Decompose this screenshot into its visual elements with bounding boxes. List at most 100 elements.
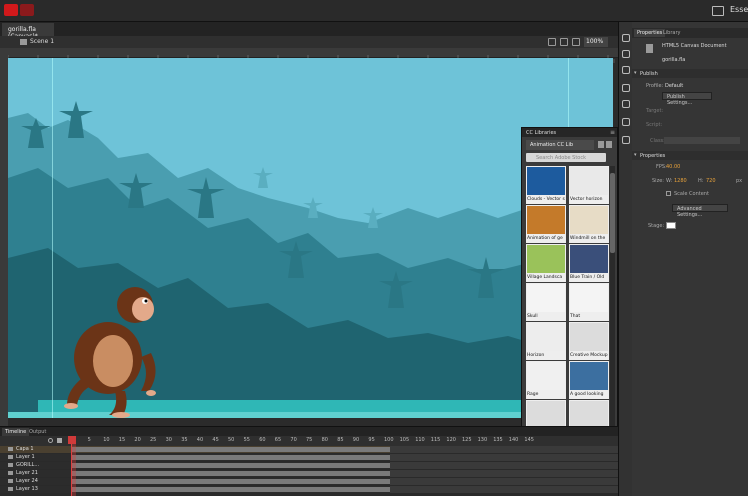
layer-frame-span[interactable]	[72, 463, 390, 468]
edit-symbols-icon[interactable]	[560, 38, 568, 46]
library-item-label: Rage	[527, 392, 539, 397]
unit-label: px	[736, 178, 743, 184]
library-item-label: Vector horizon	[570, 197, 603, 202]
cc-libraries-icon[interactable]	[622, 136, 630, 144]
panel-menu-icon[interactable]: ≡	[610, 129, 615, 136]
profile-value[interactable]: Default	[665, 83, 683, 89]
playhead-handle[interactable]	[68, 436, 76, 444]
layer-name[interactable]: Layer 24	[16, 478, 38, 484]
library-item[interactable]: Village Landsca	[526, 244, 566, 282]
properties-panel-icon[interactable]	[622, 34, 630, 42]
layer-name[interactable]: Layer 21	[16, 470, 38, 476]
stock-search-input[interactable]: Search Adobe Stock	[526, 153, 606, 162]
width-value[interactable]: 1280	[674, 178, 687, 184]
figures-thumbnail	[527, 206, 565, 234]
library-scrollbar-thumb[interactable]	[610, 173, 615, 253]
library-select[interactable]: Animation CC Lib	[526, 140, 594, 150]
app-switcher-icon[interactable]	[20, 4, 34, 16]
frame-number: 110	[415, 437, 425, 443]
library-item[interactable]: Creative Mockup	[569, 322, 609, 360]
class-field[interactable]	[664, 137, 740, 144]
layer-name[interactable]: Layer 1	[16, 454, 35, 460]
transform-icon[interactable]	[622, 100, 630, 108]
library-item[interactable]: Skull	[526, 283, 566, 321]
list-view-icon[interactable]	[606, 141, 612, 148]
library-item[interactable]: Vector horizon	[569, 166, 609, 204]
profile-label: Profile:	[646, 83, 664, 89]
workspace-layout-icon[interactable]	[712, 6, 724, 16]
color-panel-icon[interactable]	[622, 66, 630, 74]
frame-number: 50	[228, 437, 235, 443]
timeline-layer-row[interactable]: GORILL...	[0, 462, 618, 469]
document-file-name: gorilla.fla	[662, 57, 686, 63]
layer-frame-span[interactable]	[72, 455, 390, 460]
library-item-label: Blue Train / Old	[570, 275, 605, 280]
timeline-layer-row[interactable]: Layer 1	[0, 454, 618, 461]
edit-bar: Scene 1 100%	[0, 36, 618, 48]
height-value[interactable]: 720	[706, 178, 716, 184]
empty-frames[interactable]	[390, 454, 618, 461]
man-thumbnail	[570, 362, 608, 390]
show-hide-icon[interactable]	[48, 438, 53, 443]
frame-number: 140	[508, 437, 519, 443]
empty-frames[interactable]	[390, 486, 618, 493]
library-item[interactable]: Windmill on the	[569, 205, 609, 243]
library-item[interactable]: Horizon	[526, 322, 566, 360]
layer-frame-span[interactable]	[72, 447, 390, 452]
library-item[interactable]: That	[569, 283, 609, 321]
tab-library[interactable]: Library	[660, 29, 683, 37]
tab-output[interactable]: Output	[26, 428, 49, 436]
library-item[interactable]: A good looking	[569, 361, 609, 399]
playhead[interactable]	[71, 436, 76, 496]
brush-icon[interactable]	[622, 118, 630, 126]
horizon-lettering-thumbnail	[527, 323, 565, 351]
properties-section-header[interactable]: Properties	[632, 151, 748, 160]
timeline-layer-row[interactable]: Capa 1	[0, 446, 618, 453]
empty-frames[interactable]	[390, 446, 618, 453]
layer-frame-span[interactable]	[72, 487, 390, 492]
empty-frames[interactable]	[390, 462, 618, 469]
empty-frames[interactable]	[390, 478, 618, 485]
layer-name[interactable]: Capa 1	[16, 446, 34, 452]
document-tab[interactable]: gorilla.fla (Canvas)*	[2, 23, 54, 40]
timeline-layer-row[interactable]: Layer 24	[0, 478, 618, 485]
library-item[interactable]: Animation of ge	[526, 205, 566, 243]
library-item[interactable]: Rage	[526, 361, 566, 399]
library-panel-icon[interactable]	[622, 50, 630, 58]
layer-name[interactable]: GORILL...	[16, 462, 39, 468]
lock-icon[interactable]	[57, 438, 62, 443]
publish-settings-button[interactable]: Publish Settings...	[662, 92, 712, 106]
clip-canvas-icon[interactable]	[548, 38, 556, 46]
layer-icon	[8, 447, 13, 451]
cc-libraries-title[interactable]: CC Libraries	[522, 128, 617, 137]
publish-section-header[interactable]: Publish	[632, 69, 748, 78]
frame-number: 45	[212, 437, 219, 443]
vertical-ruler	[0, 48, 8, 426]
timeline-layer-row[interactable]: Layer 21	[0, 470, 618, 477]
layer-frame-span[interactable]	[72, 479, 390, 484]
properties-tabs: Properties Library	[632, 28, 748, 38]
center-stage-icon[interactable]	[572, 38, 580, 46]
scene-label[interactable]: Scene 1	[30, 38, 54, 45]
layer-name[interactable]: Layer 13	[16, 486, 38, 492]
zoom-select[interactable]: 100%	[584, 37, 608, 47]
library-item[interactable]: Clouds - Vector sh	[526, 166, 566, 204]
library-item[interactable]: Blue Train / Old	[569, 244, 609, 282]
grid-view-icon[interactable]	[598, 141, 604, 148]
fps-value[interactable]: 40.00	[666, 164, 680, 170]
empty-frames[interactable]	[390, 470, 618, 477]
frame-number: 75	[306, 437, 313, 443]
frame-number: 5	[87, 437, 91, 443]
frame-number: 120	[446, 437, 456, 443]
workspace-switcher[interactable]: Essen	[730, 5, 748, 14]
stage-color-swatch[interactable]	[666, 222, 676, 229]
frame-number: 145	[524, 437, 534, 443]
scale-content-checkbox[interactable]	[666, 191, 671, 196]
frame-ruler[interactable]: 1510152025303540455055606570758085909510…	[70, 436, 618, 446]
train-thumbnail	[570, 245, 608, 273]
advanced-settings-button[interactable]: Advanced Settings...	[672, 204, 728, 218]
layer-list: Capa 1 Layer 1 GORILL... Layer 21 Layer 24 La…	[0, 446, 618, 496]
timeline-layer-row[interactable]: Layer 13	[0, 486, 618, 493]
info-icon[interactable]	[622, 84, 630, 92]
layer-frame-span[interactable]	[72, 471, 390, 476]
